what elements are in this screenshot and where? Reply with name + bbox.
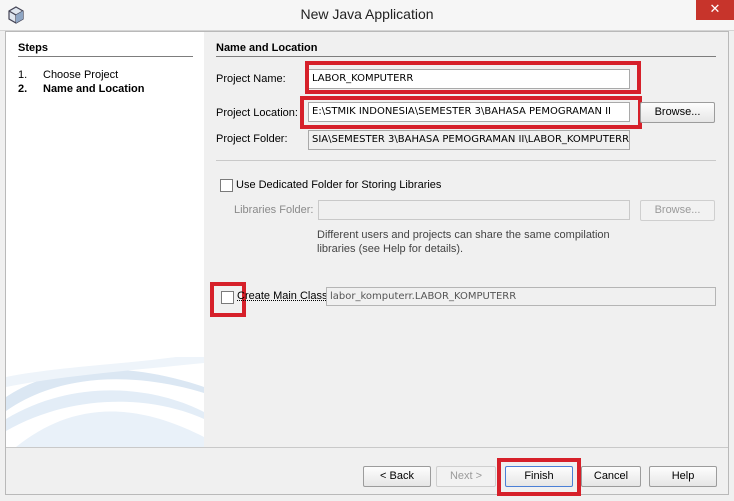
highlight-box	[497, 458, 581, 496]
section-title: Name and Location	[216, 42, 318, 54]
step-number: 2.	[18, 83, 28, 95]
title-bar: New Java Application ✕	[0, 0, 734, 31]
create-main-class-label[interactable]: Create Main Class	[237, 290, 327, 302]
step-name-and-location: Name and Location	[43, 83, 145, 95]
main-class-input[interactable]: labor_komputerr.LABOR_KOMPUTERR	[326, 287, 716, 306]
next-button[interactable]: Next >	[436, 466, 496, 487]
libraries-folder-label: Libraries Folder:	[234, 204, 314, 216]
decorative-swoosh-image	[6, 357, 204, 447]
project-location-label: Project Location:	[216, 107, 298, 119]
window-title: New Java Application	[300, 6, 434, 22]
steps-divider	[18, 56, 193, 57]
project-folder-field: SIA\SEMESTER 3\BAHASA PEMOGRAMAN II\LABO…	[308, 130, 630, 150]
steps-panel: Steps 1. Choose Project 2. Name and Loca…	[6, 32, 204, 447]
content-panel: Name and Location Project Name: LABOR_KO…	[204, 32, 728, 447]
highlight-box	[305, 61, 641, 94]
project-name-label: Project Name:	[216, 73, 286, 85]
project-folder-label: Project Folder:	[216, 133, 288, 145]
back-button[interactable]: < Back	[363, 466, 431, 487]
steps-heading: Steps	[18, 42, 48, 54]
dedicated-folder-checkbox[interactable]	[220, 179, 233, 192]
separator	[216, 160, 716, 161]
help-button[interactable]: Help	[649, 466, 717, 487]
dedicated-folder-label: Use Dedicated Folder for Storing Librari…	[236, 179, 442, 191]
cancel-button[interactable]: Cancel	[581, 466, 641, 487]
browse-libraries-button[interactable]: Browse...	[640, 200, 715, 221]
section-divider	[216, 56, 716, 57]
libraries-help-text-line2: libraries (see Help for details).	[317, 243, 464, 255]
step-choose-project: Choose Project	[43, 69, 119, 81]
libraries-folder-input[interactable]	[318, 200, 630, 220]
close-button[interactable]: ✕	[696, 0, 734, 20]
browse-location-button[interactable]: Browse...	[640, 102, 715, 123]
highlight-box	[300, 96, 642, 129]
libraries-help-text-line1: Different users and projects can share t…	[317, 229, 610, 241]
bottom-separator	[6, 447, 728, 448]
step-number: 1.	[18, 69, 28, 81]
